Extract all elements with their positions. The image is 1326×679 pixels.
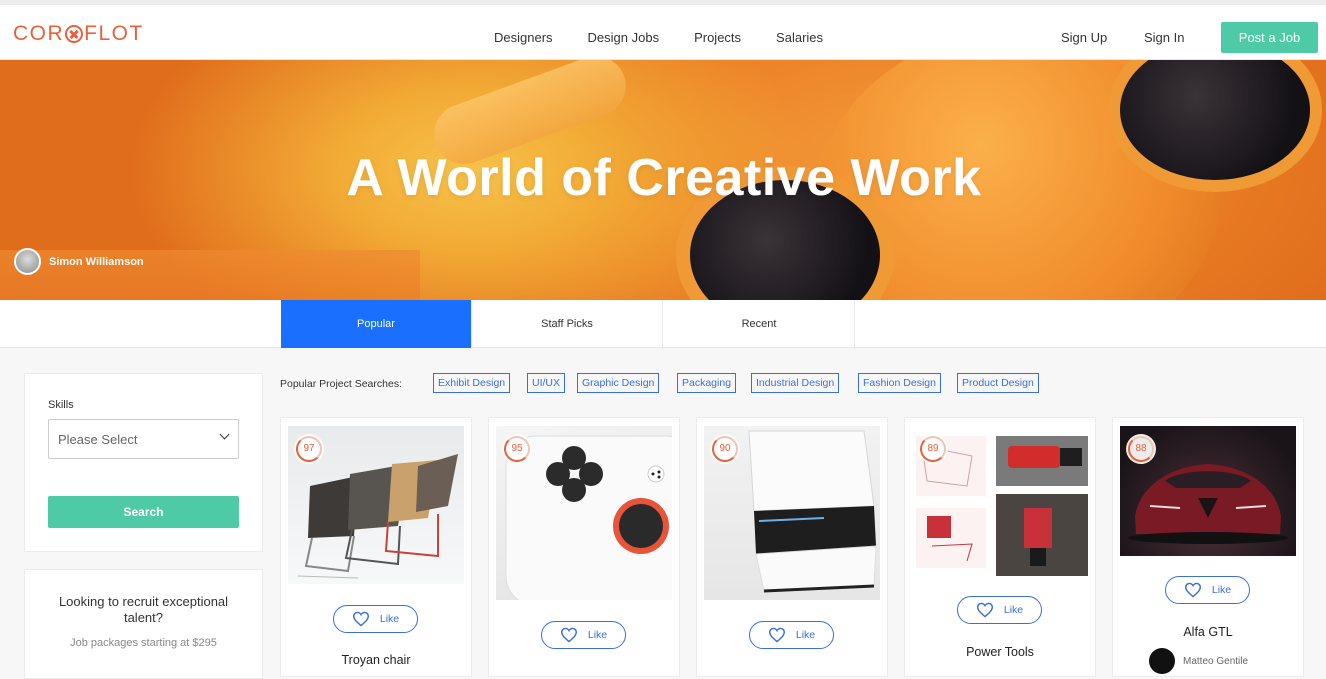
tag-graphic-design[interactable]: Graphic Design xyxy=(577,373,660,393)
skills-select[interactable]: Please Select xyxy=(48,419,239,459)
like-label: Like xyxy=(1003,604,1024,616)
logo-text-left: COR xyxy=(13,22,65,45)
popular-searches-label: Popular Project Searches: xyxy=(280,378,402,390)
search-button[interactable]: Search xyxy=(48,496,239,528)
logo-o-icon xyxy=(65,25,84,43)
like-label: Like xyxy=(795,629,816,641)
hero-banner: A World of Creative Work Simon Williamso… xyxy=(0,60,1326,300)
sign-up-link[interactable]: Sign Up xyxy=(1061,30,1107,45)
project-card[interactable]: 97 Like Troyan chair xyxy=(280,417,472,677)
project-owner[interactable]: Matteo Gentile xyxy=(1149,648,1248,674)
sign-in-link[interactable]: Sign In xyxy=(1144,30,1184,45)
project-score-badge: 90 xyxy=(710,434,740,464)
project-card[interactable]: 95 Like xyxy=(488,417,680,677)
tab-recent[interactable]: Recent xyxy=(664,300,855,348)
post-a-job-button[interactable]: Post a Job xyxy=(1221,22,1318,53)
project-thumbnail[interactable]: 88 xyxy=(1120,426,1296,556)
project-score-badge: 95 xyxy=(502,434,532,464)
tag-fashion-design[interactable]: Fashion Design xyxy=(858,373,941,393)
coroflot-logo[interactable]: COR FLOT xyxy=(13,22,144,46)
tag-product-design[interactable]: Product Design xyxy=(957,373,1039,393)
like-button[interactable]: Like xyxy=(541,621,626,649)
like-button[interactable]: Like xyxy=(1165,576,1250,604)
like-button[interactable]: Like xyxy=(749,621,834,649)
logo-text-right: FLOT xyxy=(84,22,144,45)
recruit-title: Looking to recruit exceptional talent? xyxy=(58,594,229,625)
tag-industrial-design[interactable]: Industrial Design xyxy=(751,373,840,393)
heart-icon xyxy=(352,611,369,627)
project-title[interactable]: Power Tools xyxy=(905,645,1095,659)
credit-name: Simon Williamson xyxy=(49,255,144,268)
project-score-badge: 97 xyxy=(294,434,324,464)
chevron-down-icon xyxy=(219,429,230,440)
tag-exhibit-design[interactable]: Exhibit Design xyxy=(433,373,511,393)
heart-icon xyxy=(976,602,993,618)
project-title[interactable]: Alfa GTL xyxy=(1113,625,1303,639)
nav-design-jobs[interactable]: Design Jobs xyxy=(588,30,660,45)
project-card[interactable]: 90 Like xyxy=(696,417,888,677)
project-thumbnail[interactable]: 97 xyxy=(288,426,464,584)
main-nav: Designers Design Jobs Projects Salaries xyxy=(494,30,858,45)
heart-icon xyxy=(768,627,785,643)
project-card[interactable]: 88 Like Alfa GTL Matteo Gentile xyxy=(1112,417,1304,677)
hero-credit[interactable]: Simon Williamson xyxy=(14,248,144,275)
project-title[interactable]: Troyan chair xyxy=(281,653,471,667)
tag-ui-ux[interactable]: UI/UX xyxy=(527,373,566,393)
owner-name: Matteo Gentile xyxy=(1183,655,1249,667)
recruit-panel: Looking to recruit exceptional talent? J… xyxy=(24,569,263,679)
nav-salaries[interactable]: Salaries xyxy=(776,30,823,45)
tab-staff-picks[interactable]: Staff Picks xyxy=(472,300,663,348)
like-button[interactable]: Like xyxy=(333,605,418,633)
like-label: Like xyxy=(587,629,608,641)
project-thumbnail[interactable]: 95 xyxy=(496,426,672,600)
project-thumbnail[interactable]: 89 xyxy=(912,426,1088,576)
nav-projects[interactable]: Projects xyxy=(694,30,741,45)
like-label: Like xyxy=(1211,584,1232,596)
project-tabs: Popular Staff Picks Recent xyxy=(0,300,1326,348)
project-card[interactable]: 89 Like Power Tools xyxy=(904,417,1096,677)
project-score-badge: 88 xyxy=(1126,434,1156,464)
project-score-badge: 89 xyxy=(918,434,948,464)
heart-icon xyxy=(560,627,577,643)
recruit-subtitle[interactable]: Job packages starting at $295 xyxy=(25,637,262,649)
owner-avatar xyxy=(1149,648,1175,674)
hero-title: A World of Creative Work xyxy=(346,149,982,207)
skills-select-value: Please Select xyxy=(58,432,138,447)
tag-packaging[interactable]: Packaging xyxy=(677,373,737,393)
heart-icon xyxy=(1184,582,1201,598)
project-thumbnail[interactable]: 90 xyxy=(704,426,880,600)
top-navigation-bar: COR FLOT Designers Design Jobs Projects … xyxy=(0,0,1326,60)
tab-popular[interactable]: Popular xyxy=(281,300,472,348)
like-label: Like xyxy=(379,613,400,625)
like-button[interactable]: Like xyxy=(957,596,1042,624)
nav-designers[interactable]: Designers xyxy=(494,30,553,45)
credit-avatar xyxy=(14,248,41,275)
skills-label: Skills xyxy=(48,399,74,411)
skills-filter-panel: Skills Please Select Search xyxy=(24,373,263,552)
